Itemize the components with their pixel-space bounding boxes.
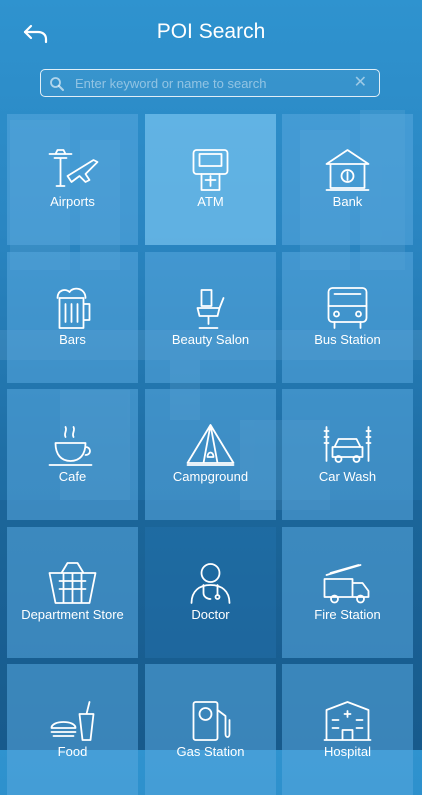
fire-truck-icon bbox=[323, 564, 370, 604]
category-label: Bus Station bbox=[314, 332, 381, 347]
category-label: Bars bbox=[59, 332, 86, 347]
beer-icon bbox=[56, 287, 91, 329]
tent-icon bbox=[186, 424, 235, 466]
search-icon bbox=[50, 77, 64, 91]
food-icon bbox=[50, 701, 95, 741]
category-tile[interactable]: Car Wash bbox=[282, 389, 413, 520]
category-label: Campground bbox=[172, 469, 249, 484]
category-label: Department Store bbox=[21, 607, 124, 622]
hospital-icon bbox=[323, 701, 372, 741]
page-title: POI Search bbox=[156, 20, 266, 43]
category-label: Gas Station bbox=[176, 744, 245, 759]
fuel-pump-icon bbox=[192, 701, 231, 741]
category-tile[interactable]: Cafe bbox=[7, 389, 138, 520]
category-tile[interactable]: Food bbox=[7, 664, 138, 795]
bus-icon bbox=[327, 287, 368, 329]
search-bar[interactable]: ✕ bbox=[40, 69, 380, 97]
category-tile[interactable]: Gas Station bbox=[145, 664, 276, 795]
category-tile[interactable]: Campground bbox=[145, 389, 276, 520]
search-input[interactable] bbox=[75, 73, 345, 93]
basket-icon bbox=[48, 562, 97, 604]
category-label: Car Wash bbox=[318, 469, 377, 484]
coffee-cup-icon bbox=[48, 426, 93, 466]
app-header: POI Search bbox=[0, 0, 422, 64]
category-tile[interactable]: Beauty Salon bbox=[145, 252, 276, 383]
bank-icon bbox=[325, 149, 370, 191]
category-tile[interactable]: Department Store bbox=[7, 527, 138, 658]
category-label: Fire Station bbox=[314, 607, 381, 622]
category-tile[interactable]: Fire Station bbox=[282, 527, 413, 658]
category-label: Food bbox=[57, 744, 88, 759]
category-label: Cafe bbox=[58, 469, 87, 484]
category-label: Hospital bbox=[324, 744, 371, 759]
car-wash-icon bbox=[323, 426, 372, 463]
doctor-icon bbox=[190, 563, 231, 604]
category-label: ATM bbox=[197, 194, 224, 209]
atm-icon bbox=[192, 149, 229, 191]
salon-chair-icon bbox=[196, 289, 225, 329]
clear-icon[interactable]: ✕ bbox=[354, 74, 367, 92]
airport-icon bbox=[48, 149, 99, 187]
category-tile[interactable]: Bus Station bbox=[282, 252, 413, 383]
category-tile[interactable]: Bars bbox=[7, 252, 138, 383]
category-label: Airports bbox=[50, 194, 95, 209]
category-label: Doctor bbox=[191, 607, 230, 622]
category-tile[interactable]: Hospital bbox=[282, 664, 413, 795]
category-label: Bank bbox=[332, 194, 363, 209]
category-label: Beauty Salon bbox=[171, 332, 250, 347]
category-grid: Airports ATM Bank Bars Beauty Salon Bus Stati… bbox=[0, 0, 422, 795]
category-tile[interactable]: Doctor bbox=[145, 527, 276, 658]
category-tile[interactable]: Airports bbox=[7, 114, 138, 245]
category-tile[interactable]: Bank bbox=[282, 114, 413, 245]
category-tile[interactable]: ATM bbox=[145, 114, 276, 245]
